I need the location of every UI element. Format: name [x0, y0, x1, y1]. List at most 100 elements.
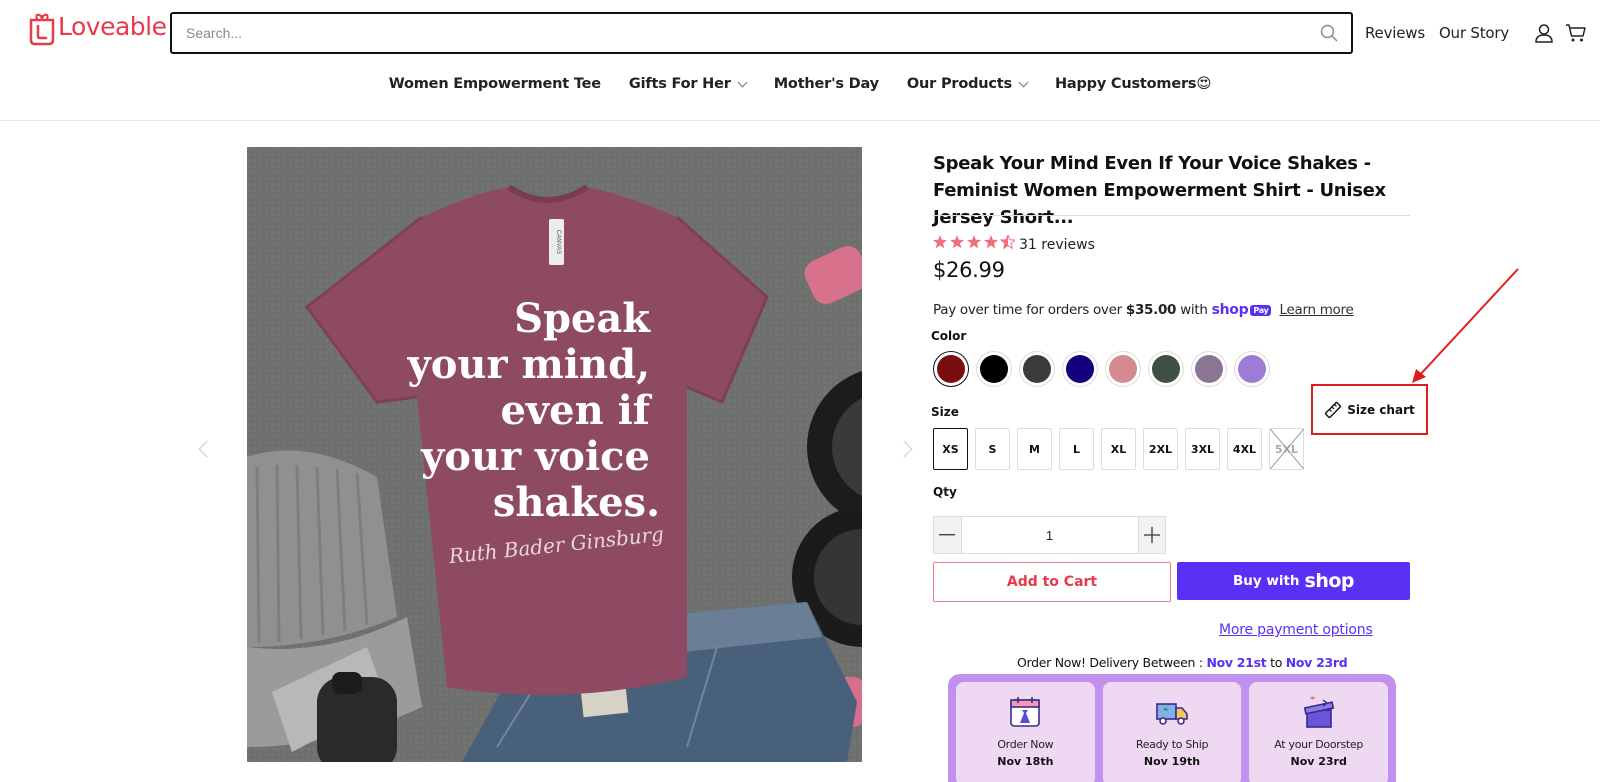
timeline-step-order: Order Now Nov 18th — [956, 682, 1095, 782]
step-label: At your Doorstep — [1274, 738, 1364, 751]
header-links: Reviews Our Story — [1365, 22, 1587, 44]
installments-info: Pay over time for orders over $35.00 wit… — [933, 302, 1354, 318]
installments-prefix: Pay over time for orders over — [933, 302, 1122, 318]
timeline-step-ship: Ready to Ship Nov 19th — [1102, 682, 1242, 782]
cart-icon[interactable] — [1565, 22, 1587, 44]
delivery-estimate: Order Now! Delivery Between : Nov 21st t… — [1017, 655, 1348, 670]
color-swatch-lavender[interactable] — [1234, 351, 1270, 387]
minus-icon — [939, 534, 956, 536]
search-input[interactable] — [172, 15, 1307, 51]
qty-decrease-button[interactable] — [934, 517, 961, 553]
logo-text: Loveable — [58, 11, 167, 41]
step-date: Nov 18th — [997, 755, 1054, 768]
delivery-end: Nov 23rd — [1285, 655, 1348, 670]
nav-our-products[interactable]: Our Products — [906, 76, 1029, 92]
shirt-text-line: even if — [500, 387, 652, 434]
our-story-link[interactable]: Our Story — [1439, 24, 1509, 42]
chevron-down-icon — [737, 77, 748, 87]
size-option-2xl[interactable]: 2XL — [1143, 428, 1178, 470]
color-swatch-fill — [1023, 355, 1051, 383]
add-to-cart-button[interactable]: Add to Cart — [933, 562, 1171, 602]
nav-mothers-day[interactable]: Mother's Day — [774, 76, 879, 92]
delivery-truck-icon — [1156, 703, 1188, 725]
product-rating[interactable]: 31 reviews — [933, 233, 1095, 254]
size-option-s[interactable]: S — [975, 428, 1010, 470]
shirt-text-line: your voice — [420, 433, 650, 480]
title-divider — [933, 215, 1410, 216]
shirt-text-line: shakes. — [493, 479, 660, 526]
size-option-5xl[interactable]: 5XL — [1269, 428, 1304, 470]
step-label: Order Now — [997, 738, 1054, 751]
step-date: Nov 19th — [1143, 755, 1201, 768]
header-divider — [0, 120, 1600, 121]
search-bar — [170, 12, 1353, 54]
color-label: Color — [931, 329, 967, 343]
delivery-to: to — [1270, 655, 1283, 670]
shirt-text-line: your mind, — [407, 341, 651, 388]
size-option-m[interactable]: M — [1017, 428, 1052, 470]
size-option-4xl[interactable]: 4XL — [1227, 428, 1262, 470]
star-rating-icon — [933, 233, 1017, 254]
size-chart-button[interactable]: Size chart — [1311, 384, 1428, 435]
delivery-timeline: Order Now Nov 18th Ready to Ship Nov 19t… — [948, 674, 1396, 782]
size-option-xs[interactable]: XS — [933, 428, 968, 470]
color-swatch-fill — [1238, 355, 1266, 383]
nav-label: Our Products — [906, 76, 1012, 92]
color-swatch-rose[interactable] — [1105, 351, 1141, 387]
size-option-l[interactable]: L — [1059, 428, 1094, 470]
size-chart-label: Size chart — [1347, 402, 1415, 417]
learn-more-link[interactable]: Learn more — [1279, 302, 1353, 318]
nav-label: Happy Customers😍 — [1054, 76, 1212, 92]
color-swatch-charcoal[interactable] — [1019, 351, 1055, 387]
size-option-3xl[interactable]: 3XL — [1185, 428, 1220, 470]
ruler-icon — [1325, 401, 1342, 418]
plus-icon — [1143, 527, 1160, 543]
gift-box-icon — [1303, 696, 1334, 728]
carousel-prev-arrow[interactable] — [198, 440, 216, 458]
shop-logo: shop — [1211, 302, 1249, 318]
shirt-tag-text: CANVAS — [555, 230, 561, 254]
timeline-step-doorstep: At your Doorstep Nov 23rd — [1249, 682, 1389, 782]
color-swatch-maroon[interactable] — [933, 351, 969, 387]
color-swatch-fill — [937, 355, 965, 383]
account-icon[interactable] — [1533, 22, 1555, 44]
reviews-link[interactable]: Reviews — [1365, 24, 1425, 42]
nav-gifts-for-her[interactable]: Gifts For Her — [628, 76, 748, 92]
carousel-next-arrow[interactable] — [895, 440, 913, 458]
nav-happy-customers[interactable]: Happy Customers😍 — [1054, 76, 1212, 92]
color-swatch-forest[interactable] — [1148, 351, 1184, 387]
more-payment-options-link[interactable]: More payment options — [1219, 622, 1373, 638]
site-logo[interactable]: Loveable — [27, 6, 167, 46]
buy-with-shop-button[interactable]: Buy with shop — [1177, 562, 1410, 600]
color-swatches — [933, 351, 1277, 387]
color-swatch-heather-purple[interactable] — [1191, 351, 1227, 387]
search-icon — [1320, 24, 1338, 42]
nav-label: Women Empowerment Tee — [388, 76, 601, 92]
product-image[interactable]: CANVAS Speak your mind, even if your voi… — [247, 147, 862, 762]
step-label: Ready to Ship — [1135, 738, 1209, 751]
search-button[interactable] — [1307, 14, 1351, 52]
quantity-stepper — [933, 516, 1166, 554]
nav-women-empowerment-tee[interactable]: Women Empowerment Tee — [389, 76, 601, 92]
size-option-xl[interactable]: XL — [1101, 428, 1136, 470]
qty-input[interactable] — [960, 517, 1139, 553]
nav-label: Gifts For Her — [628, 76, 731, 92]
color-swatch-black[interactable] — [976, 351, 1012, 387]
shop-wordmark: shop — [1304, 570, 1355, 592]
color-swatch-navy[interactable] — [1062, 351, 1098, 387]
shop-pay-badge: Pay — [1250, 304, 1272, 316]
qty-label: Qty — [933, 485, 957, 499]
delivery-start: Nov 21st — [1206, 655, 1267, 670]
qty-increase-button[interactable] — [1138, 517, 1165, 553]
installments-with: with — [1180, 302, 1208, 318]
review-count[interactable]: 31 reviews — [1019, 237, 1095, 253]
main-nav: Women Empowerment Tee Gifts For Her Moth… — [0, 76, 1600, 92]
color-swatch-fill — [1109, 355, 1137, 383]
product-title: Speak Your Mind Even If Your Voice Shake… — [933, 153, 1386, 228]
product-price: $26.99 — [933, 258, 1005, 282]
color-swatch-fill — [980, 355, 1008, 383]
color-swatch-fill — [1152, 355, 1180, 383]
size-options: XS S M L XL 2XL 3XL 4XL 5XL — [933, 428, 1311, 470]
color-swatch-fill — [1066, 355, 1094, 383]
color-swatch-fill — [1195, 355, 1223, 383]
